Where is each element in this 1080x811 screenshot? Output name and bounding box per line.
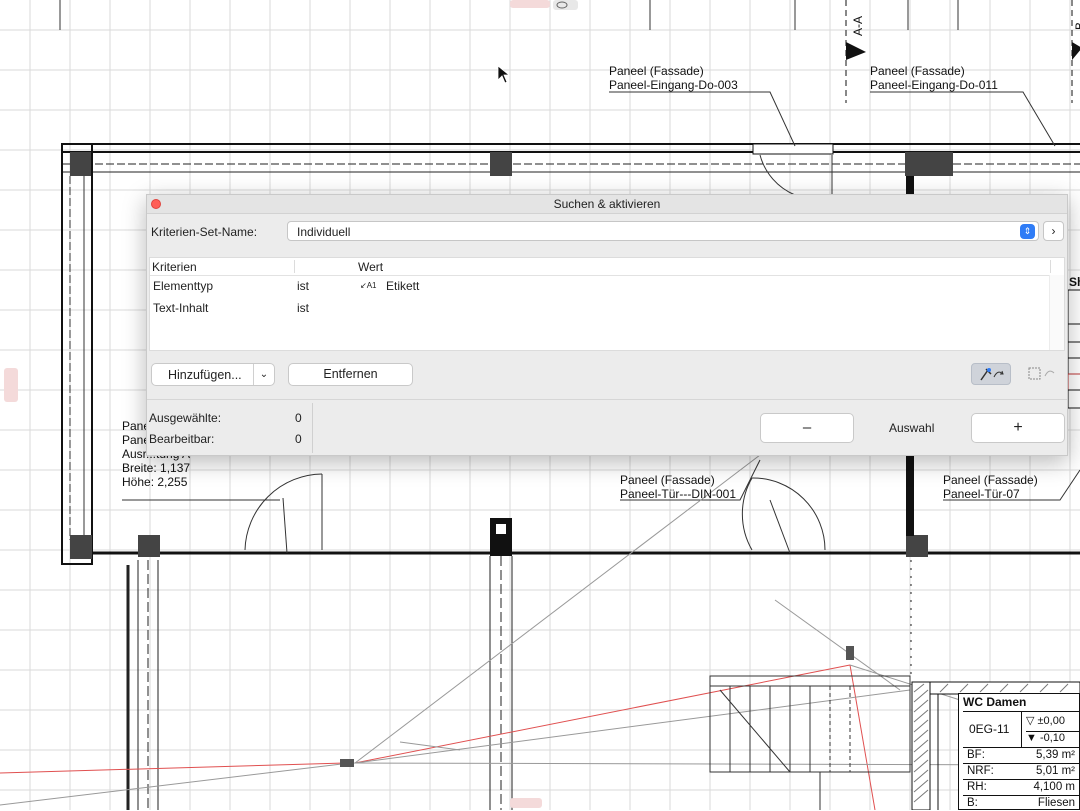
label-tool-icon: ↙A1 <box>360 281 377 290</box>
panel-label-3[interactable]: Paneel (Fassade) Paneel-Tür---DIN-001 <box>620 473 736 501</box>
panel-label-4-id: Paneel-Tür-07 <box>943 487 1020 501</box>
panel-label-1[interactable]: Paneel (Fassade) Paneel-Eingang-Do-003 <box>609 64 738 92</box>
marquee-icon[interactable] <box>1023 363 1063 385</box>
column-header-value[interactable]: Wert <box>358 260 383 274</box>
criterion-name: Elementtyp <box>153 279 214 293</box>
criteria-set-select[interactable]: Individuell ⇕ <box>287 221 1039 241</box>
room-info-value: 4,100 m <box>1033 781 1075 793</box>
room-info-key: NRF: <box>967 765 994 777</box>
add-criterion-button[interactable]: Hinzufügen... ⌄ <box>151 363 275 386</box>
criteria-table[interactable]: Kriterien Wert Elementtyp ist ↙A1 Etiket… <box>149 257 1065 351</box>
dialog-title: Suchen & aktivieren <box>553 197 661 211</box>
table-row[interactable]: Text-Inhalt ist <box>150 298 1064 318</box>
table-row[interactable]: Elementtyp ist ↙A1 Etikett <box>150 276 1064 296</box>
minus-icon: – <box>802 419 812 436</box>
criteria-table-header: Kriterien Wert <box>150 258 1064 276</box>
chevron-right-icon[interactable]: › <box>1043 221 1064 241</box>
room-name: WC Damen <box>963 695 1027 709</box>
panel-label-2-type: Paneel (Fassade) <box>870 64 965 78</box>
section-marker-a: A-A <box>845 0 866 103</box>
criterion-operator[interactable]: ist <box>297 279 309 293</box>
criterion-name: Text-Inhalt <box>153 301 209 315</box>
panel-label-1-id: Paneel-Eingang-Do-003 <box>609 78 738 92</box>
select-button[interactable]: + <box>971 413 1065 443</box>
editable-count-value: 0 <box>295 432 302 446</box>
section-marker-b: B <box>1071 0 1080 103</box>
panel-label-left-width: Breite: 1,137 <box>122 461 191 475</box>
room-info-key: RH: <box>967 781 987 793</box>
remove-criterion-button[interactable]: Entfernen <box>288 363 413 386</box>
chevron-down-icon[interactable]: ⌄ <box>253 364 274 385</box>
room-id: 0EG-11 <box>969 722 1010 736</box>
table-scrollbar[interactable] <box>1049 275 1064 350</box>
room-info-row: NRF: 5,01 m² <box>963 763 1080 779</box>
room-info-value: 5,01 m² <box>1036 765 1075 777</box>
top-facade-wall <box>61 143 1080 176</box>
eyedropper-icon[interactable] <box>971 363 1011 385</box>
room-info-value: 5,39 m² <box>1036 749 1075 761</box>
panel-label-4[interactable]: Paneel (Fassade) Paneel-Tür-07 <box>943 473 1038 501</box>
room-stamp[interactable]: WC Damen 0EG-11 ▽ ±0,00 ▼ -0,10 BF: 5,39 … <box>958 693 1080 810</box>
criteria-set-label: Kriterien-Set-Name: <box>151 225 258 239</box>
selection-label: Auswahl <box>889 421 935 435</box>
dialog-titlebar[interactable]: Suchen & aktivieren <box>147 195 1067 214</box>
selected-count-value: 0 <box>295 411 302 425</box>
deselect-button[interactable]: – <box>760 413 854 443</box>
selected-count-label: Ausgewählte: <box>149 411 222 425</box>
left-facade-wall <box>61 143 93 565</box>
room-info-key: B: <box>967 797 978 809</box>
criteria-set-value: Individuell <box>297 225 351 239</box>
mouse-cursor-icon <box>497 65 511 84</box>
svg-text:Sh: Sh <box>1069 275 1080 289</box>
editable-count-label: Bearbeitbar: <box>149 432 215 446</box>
criterion-operator[interactable]: ist <box>297 301 309 315</box>
panel-label-1-type: Paneel (Fassade) <box>609 64 704 78</box>
panel-label-2[interactable]: Paneel (Fassade) Paneel-Eingang-Do-011 <box>870 64 998 92</box>
svg-text:B: B <box>1073 22 1080 30</box>
section-marker-a-label: A-A <box>851 16 865 36</box>
room-info-row: BF: 5,39 m² <box>963 747 1080 763</box>
room-level-bottom: ▼ -0,10 <box>1026 731 1080 744</box>
criterion-value[interactable]: Etikett <box>386 279 419 293</box>
room-level-top: ▽ ±0,00 <box>1026 715 1065 727</box>
bottom-facade-wall <box>92 456 1080 557</box>
panel-label-2-id: Paneel-Eingang-Do-011 <box>870 78 998 92</box>
room-info-key: BF: <box>967 749 985 761</box>
add-criterion-label: Hinzufügen... <box>168 368 242 382</box>
room-info-row: RH: 4,100 m <box>963 779 1080 795</box>
room-info-row: B: Fliesen <box>963 795 1080 811</box>
remove-criterion-label: Entfernen <box>323 367 378 381</box>
plus-icon: + <box>1013 419 1023 436</box>
panel-label-3-id: Paneel-Tür---DIN-001 <box>620 487 737 501</box>
room-info-value: Fliesen <box>1037 797 1075 809</box>
column-header-criteria[interactable]: Kriterien <box>152 260 197 274</box>
stepper-icon[interactable]: ⇕ <box>1020 224 1035 239</box>
selection-status: Ausgewählte: 0 Bearbeitbar: 0 <box>147 403 312 455</box>
find-select-dialog[interactable]: Suchen & aktivieren Kriterien-Set-Name: … <box>146 194 1068 456</box>
panel-label-4-type: Paneel (Fassade) <box>943 473 1038 487</box>
panel-label-left-height: Höhe: 2,255 <box>122 475 188 489</box>
panel-label-3-type: Paneel (Fassade) <box>620 473 715 487</box>
